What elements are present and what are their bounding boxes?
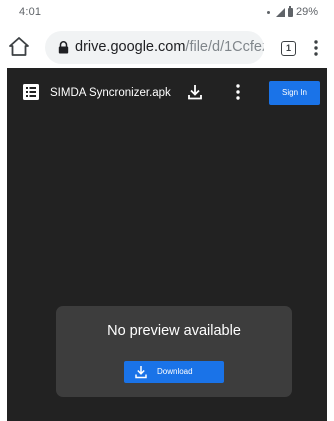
download-label: Download [157, 367, 193, 376]
file-viewer: SIMDA Syncronizer.apk Sign In No preview… [7, 68, 327, 421]
url-text: drive.google.com/file/d/1Ccfez [75, 39, 264, 55]
file-name: SIMDA Syncronizer.apk [50, 87, 171, 99]
battery-icon [287, 6, 293, 17]
more-vert-icon[interactable] [236, 84, 240, 100]
lock-icon [58, 41, 69, 54]
tab-count: 1 [285, 43, 291, 53]
browser-toolbar: drive.google.com/file/d/1Ccfez 1 [0, 26, 334, 68]
signal-icon [275, 7, 285, 17]
address-bar[interactable]: drive.google.com/file/d/1Ccfez [45, 31, 264, 64]
no-preview-message: No preview available [107, 323, 241, 339]
sign-in-button[interactable]: Sign In [269, 81, 320, 105]
download-button[interactable]: Download [124, 361, 224, 383]
download-icon [135, 366, 147, 379]
notification-dot-icon [266, 10, 270, 14]
tab-switcher-icon[interactable]: 1 [281, 41, 296, 56]
url-path: /file/d/1Ccfez [185, 39, 264, 55]
viewer-header: SIMDA Syncronizer.apk Sign In [7, 68, 327, 118]
download-icon[interactable] [186, 83, 204, 101]
status-indicators: 29% [266, 6, 318, 18]
no-preview-card: No preview available Download [56, 306, 292, 397]
file-icon [23, 84, 39, 100]
url-host: drive.google.com [75, 39, 186, 55]
status-bar: 4:01 29% [0, 0, 334, 26]
menu-dots-icon[interactable] [314, 40, 318, 56]
status-time: 4:01 [19, 6, 42, 18]
battery-percent: 29% [295, 6, 318, 18]
home-icon[interactable] [7, 35, 31, 59]
